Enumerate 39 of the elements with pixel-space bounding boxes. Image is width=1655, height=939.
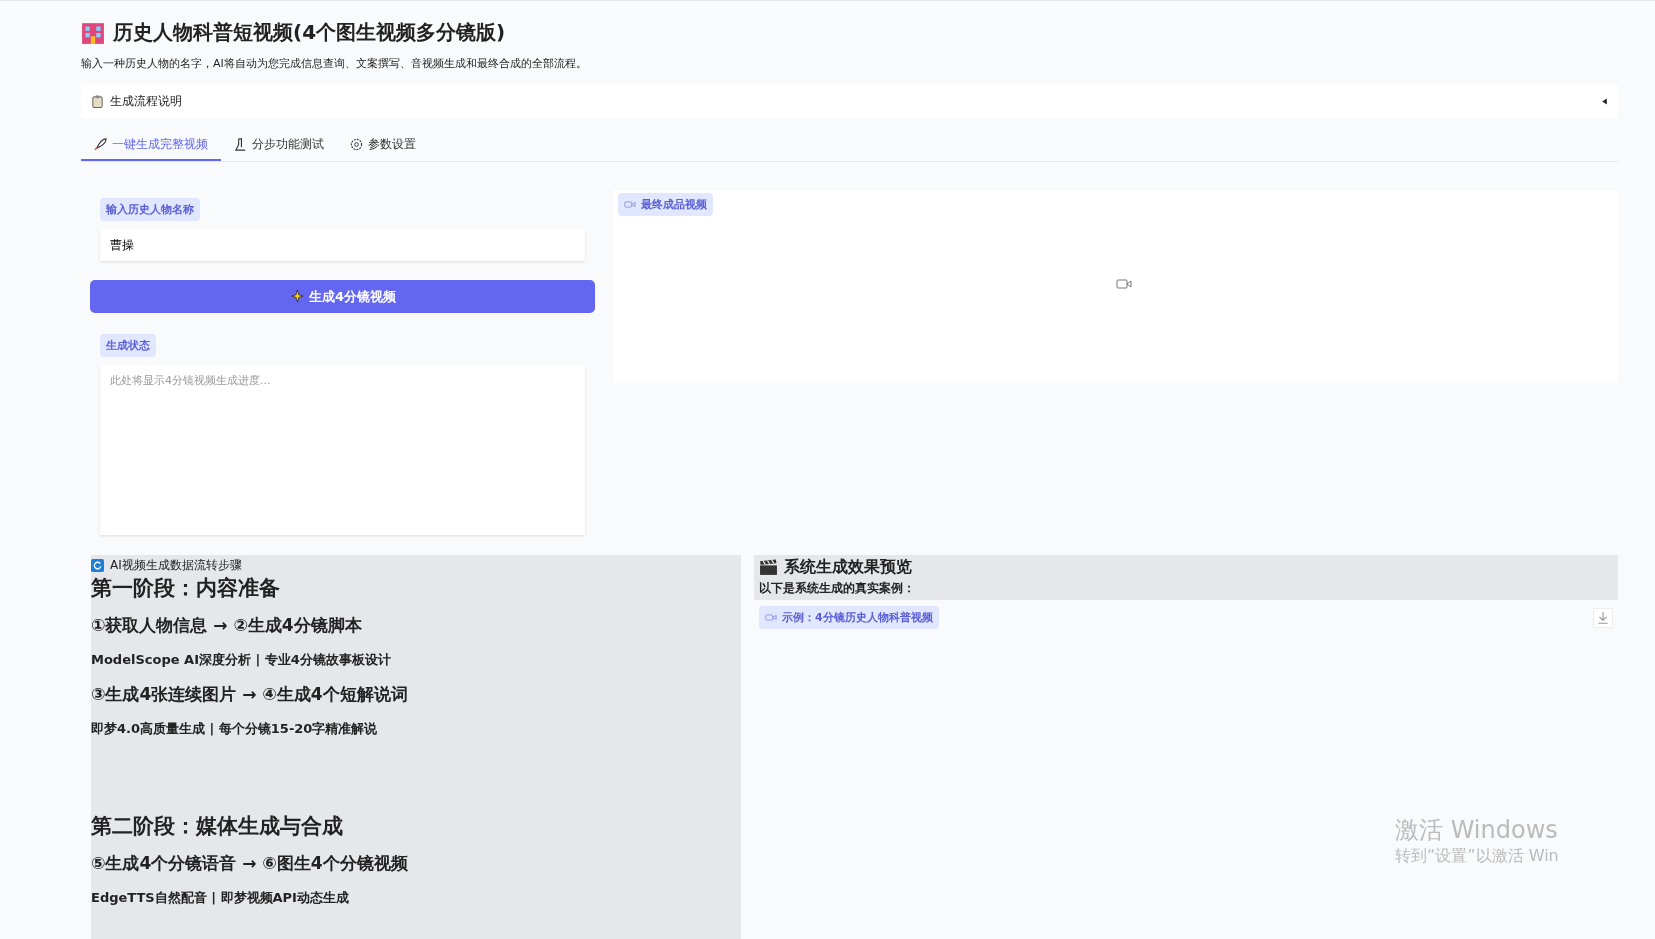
step-note: ModelScope AI深度分析 | 专业4分镜故事板设计 <box>91 651 392 669</box>
status-textarea[interactable]: 此处将显示4分镜视频生成进度... <box>100 365 585 535</box>
camera-icon <box>765 613 777 622</box>
name-input[interactable]: 曹操 <box>100 229 585 261</box>
camera-icon <box>1115 278 1132 290</box>
preview-title: 系统生成效果预览 <box>784 557 912 578</box>
clipboard-icon <box>91 95 104 108</box>
building-icon <box>81 20 105 45</box>
example-label: 示例：4分镜历史人物科普视频 <box>759 606 939 629</box>
step-note: EdgeTTS自然配音 | 即梦视频API动态生成 <box>91 889 350 907</box>
field-label: 输入历史人物名称 <box>100 198 200 221</box>
preview-subtitle: 以下是系统生成的真实案例： <box>759 580 916 597</box>
page-title: 历史人物科普短视频(4个图生视频多分镜版) <box>113 19 506 46</box>
tab[interactable]: 一键生成完整视频 <box>81 130 221 161</box>
stage-heading: 第一阶段：内容准备 <box>91 575 281 602</box>
step-heading: ③生成4张连续图片 → ④生成4个短解说词 <box>91 683 409 706</box>
refresh-icon <box>91 559 104 572</box>
step-heading: ①获取人物信息 → ②生成4分镜脚本 <box>91 614 363 637</box>
sparkle-icon <box>288 289 304 304</box>
step-heading: ⑤生成4个分镜语音 → ⑥图生4个分镜视频 <box>91 852 409 875</box>
download-button[interactable] <box>1593 607 1613 628</box>
step-note: 即梦4.0高质量生成 | 每个分镜15-20字精准解说 <box>91 720 379 738</box>
video-label: 最终成品视频 <box>618 193 713 216</box>
accordion-header[interactable]: 生成流程说明 <box>81 85 1618 118</box>
clapperboard-icon <box>759 559 778 576</box>
field-label: 生成状态 <box>100 334 156 357</box>
download-icon <box>1596 610 1610 625</box>
flow-title: AI视频生成数据流转步骤 <box>110 557 242 574</box>
tab[interactable]: 参数设置 <box>337 130 429 161</box>
tab[interactable]: 分步功能测试 <box>221 130 337 161</box>
activation-text: 转到“设置”以激活 Win <box>1395 846 1560 867</box>
flask-icon <box>234 138 247 151</box>
stage-heading: 第二阶段：媒体生成与合成 <box>91 813 344 840</box>
activation-title: 激活 Windows <box>1395 815 1559 846</box>
accordion-label: 生成流程说明 <box>110 93 182 110</box>
generate-button[interactable]: 生成4分镜视频 <box>90 280 595 313</box>
gear-icon <box>350 138 363 151</box>
page-description: 输入一种历史人物的名字，AI将自动为您完成信息查询、文案撰写、音视频生成和最终合成的全部流程。 <box>81 56 588 71</box>
camera-icon <box>624 200 636 209</box>
